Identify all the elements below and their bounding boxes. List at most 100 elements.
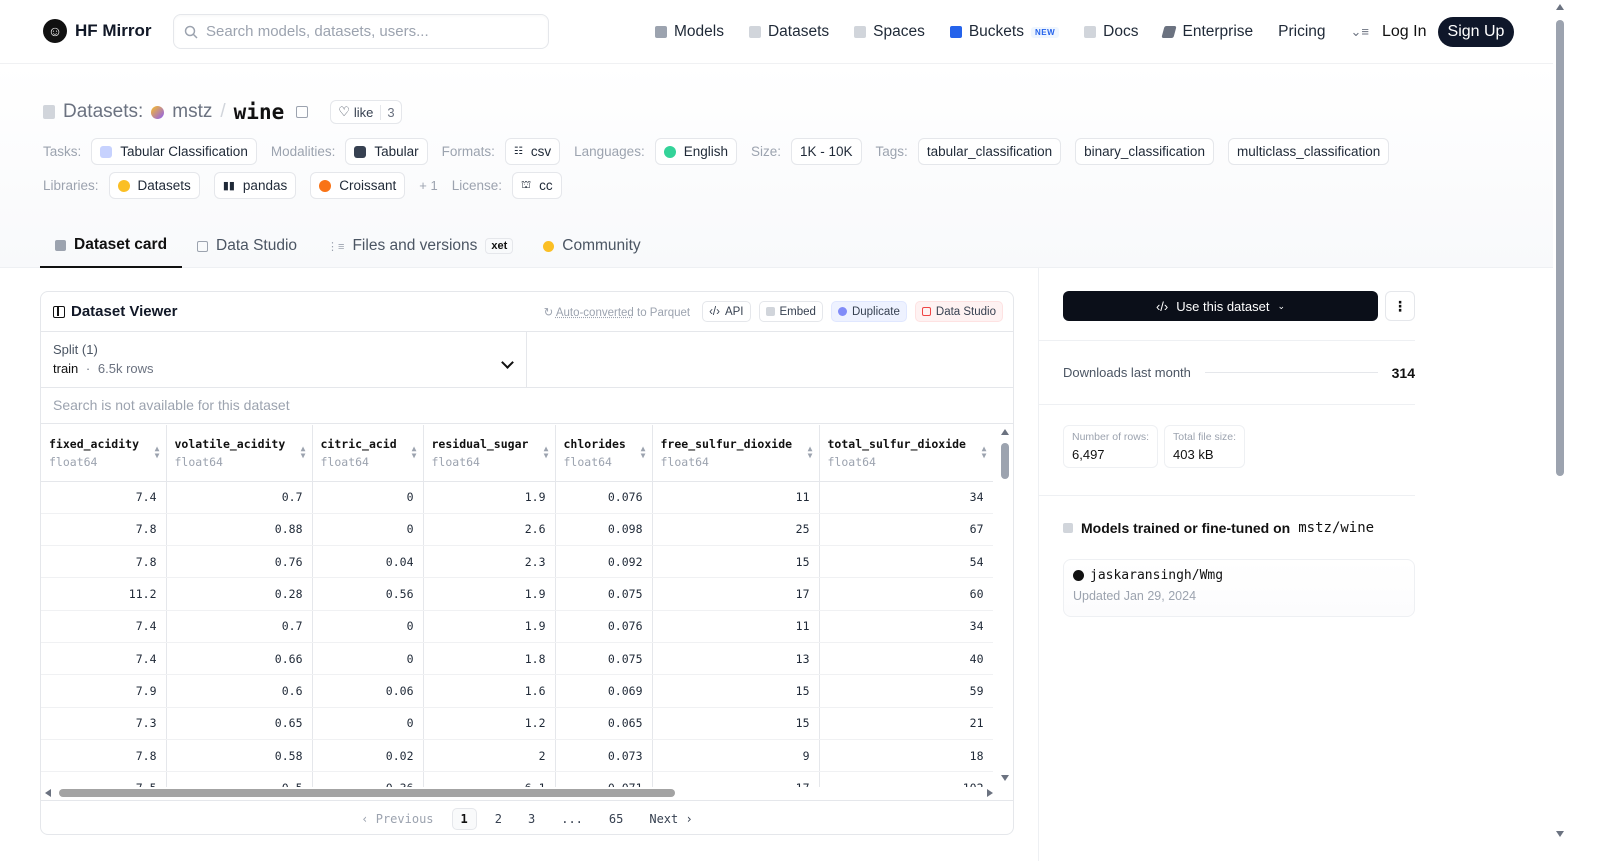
page-3[interactable]: 3	[520, 809, 543, 829]
scroll-down-icon[interactable]	[1001, 775, 1009, 781]
login-link[interactable]: Log In	[1382, 23, 1426, 41]
table-cell[interactable]: 9	[652, 739, 820, 773]
table-cell[interactable]: 1.9	[423, 577, 556, 611]
table-cell[interactable]: 0.098	[555, 513, 653, 547]
nav-models[interactable]: Models	[655, 23, 724, 41]
nav-pricing[interactable]: Pricing	[1278, 23, 1325, 41]
column-header[interactable]: total_sulfur_dioxide float64 ▲ ▼	[819, 425, 993, 482]
column-header[interactable]: fixed_acidity float64 ▲ ▼	[41, 425, 167, 482]
repo-name[interactable]: wine	[234, 100, 285, 124]
tag-license[interactable]: ⛫ cc	[511, 172, 562, 199]
more-menu-button[interactable]: ⌄≡	[1351, 24, 1369, 40]
brand[interactable]: ☺ HF Mirror	[43, 19, 152, 43]
column-header[interactable]: residual_sugar float64 ▲ ▼	[423, 425, 556, 482]
table-cell[interactable]: 25	[652, 513, 820, 547]
tag-library-croissant[interactable]: Croissant	[310, 172, 406, 199]
table-cell[interactable]: 11	[652, 610, 820, 643]
signup-button[interactable]: Sign Up	[1438, 17, 1514, 47]
nav-enterprise[interactable]: Enterprise	[1161, 23, 1253, 41]
table-cell[interactable]: 40	[819, 642, 993, 676]
table-cell[interactable]: 17	[652, 577, 820, 611]
tag-item[interactable]: multiclass_classification	[1227, 138, 1390, 165]
nav-docs[interactable]: Docs	[1084, 23, 1138, 41]
repo-type-label[interactable]: Datasets:	[63, 101, 143, 123]
table-cell[interactable]: 0.7	[166, 610, 313, 643]
table-horizontal-scrollbar[interactable]	[45, 787, 993, 799]
table-cell[interactable]: 2.6	[423, 513, 556, 547]
table-cell[interactable]: 6.1	[423, 771, 556, 787]
tag-library-pandas[interactable]: ▮▮ pandas	[213, 172, 297, 199]
column-header[interactable]: chlorides float64 ▲ ▼	[555, 425, 653, 482]
column-header[interactable]: free_sulfur_dioxide float64 ▲ ▼	[652, 425, 820, 482]
page-scroll-thumb[interactable]	[1556, 20, 1564, 476]
table-cell[interactable]: 2	[423, 739, 556, 773]
table-cell[interactable]: 7.9	[41, 674, 167, 708]
table-cell[interactable]: 18	[819, 739, 993, 773]
table-cell[interactable]: 1.9	[423, 610, 556, 643]
table-cell[interactable]: 11.2	[41, 577, 167, 611]
scroll-up-icon[interactable]	[1001, 429, 1009, 435]
table-cell[interactable]: 0	[312, 610, 424, 643]
table-cell[interactable]: 0.6	[166, 674, 313, 708]
page-65[interactable]: 65	[601, 809, 631, 829]
use-dataset-button[interactable]: ‹/› Use this dataset ⌄	[1063, 291, 1378, 321]
table-cell[interactable]: 0.5	[166, 771, 313, 787]
like-button[interactable]: ♡ like 3	[330, 100, 402, 124]
table-cell[interactable]: 0.092	[555, 545, 653, 579]
tab-files[interactable]: ⋮≡ Files and versions xet	[312, 224, 528, 268]
table-cell[interactable]: 0.075	[555, 577, 653, 611]
nav-buckets[interactable]: Buckets NEW	[949, 23, 1060, 41]
duplicate-button[interactable]: Duplicate	[830, 301, 907, 322]
table-cell[interactable]: 7.4	[41, 642, 167, 676]
table-cell[interactable]: 0.071	[555, 771, 653, 787]
sort-icon[interactable]: ▲ ▼	[155, 445, 160, 460]
table-cell[interactable]: 7.5	[41, 771, 167, 787]
table-cell[interactable]: 0	[312, 513, 424, 547]
table-cell[interactable]: 15	[652, 674, 820, 708]
tab-dataset-card[interactable]: Dataset card	[40, 224, 183, 268]
table-cell[interactable]: 0.36	[312, 771, 424, 787]
scroll-right-icon[interactable]	[987, 789, 993, 797]
table-cell[interactable]: 0.28	[166, 577, 313, 611]
search-input[interactable]	[206, 23, 526, 40]
table-cell[interactable]: 15	[652, 707, 820, 740]
tag-item[interactable]: tabular_classification	[917, 138, 1062, 165]
table-cell[interactable]: 0	[312, 707, 424, 740]
table-cell[interactable]: 0.04	[312, 545, 424, 579]
table-cell[interactable]: 0.076	[555, 481, 653, 514]
embed-button[interactable]: Embed	[758, 301, 823, 322]
table-cell[interactable]: 54	[819, 545, 993, 579]
table-cell[interactable]: 0	[312, 642, 424, 676]
table-cell[interactable]: 1.6	[423, 674, 556, 708]
prev-page-button[interactable]: ‹ Previous	[353, 809, 441, 829]
nav-datasets[interactable]: Datasets	[748, 23, 829, 41]
more-options-button[interactable]: ⋮	[1385, 291, 1415, 321]
sort-icon[interactable]: ▲ ▼	[412, 445, 417, 460]
table-cell[interactable]: 0.06	[312, 674, 424, 708]
table-cell[interactable]: 0.56	[312, 577, 424, 611]
page-2[interactable]: 2	[487, 809, 510, 829]
table-cell[interactable]: 7.4	[41, 481, 167, 514]
scroll-up-icon[interactable]	[1556, 4, 1564, 10]
table-cell[interactable]: 102	[819, 771, 993, 787]
table-cell[interactable]: 7.3	[41, 707, 167, 740]
tag-format[interactable]: ☷ csv	[504, 138, 561, 165]
table-cell[interactable]: 0.073	[555, 739, 653, 773]
repo-owner[interactable]: mstz	[172, 101, 212, 123]
data-studio-button[interactable]: Data Studio	[914, 301, 1003, 322]
table-cell[interactable]: 0.58	[166, 739, 313, 773]
table-cell[interactable]: 1.8	[423, 642, 556, 676]
tag-library-datasets[interactable]: Datasets	[108, 172, 200, 199]
scroll-down-icon[interactable]	[1556, 831, 1564, 837]
tab-community[interactable]: Community	[528, 224, 655, 268]
table-cell[interactable]: 11	[652, 481, 820, 514]
sort-icon[interactable]: ▲ ▼	[301, 445, 306, 460]
next-page-button[interactable]: Next ›	[641, 809, 700, 829]
table-cell[interactable]: 1.9	[423, 481, 556, 514]
tag-language[interactable]: English	[654, 138, 737, 165]
table-cell[interactable]: 34	[819, 610, 993, 643]
table-cell[interactable]: 34	[819, 481, 993, 514]
column-header[interactable]: citric_acid float64 ▲ ▼	[312, 425, 424, 482]
table-cell[interactable]: 0.65	[166, 707, 313, 740]
tag-modality[interactable]: Tabular	[345, 138, 428, 165]
